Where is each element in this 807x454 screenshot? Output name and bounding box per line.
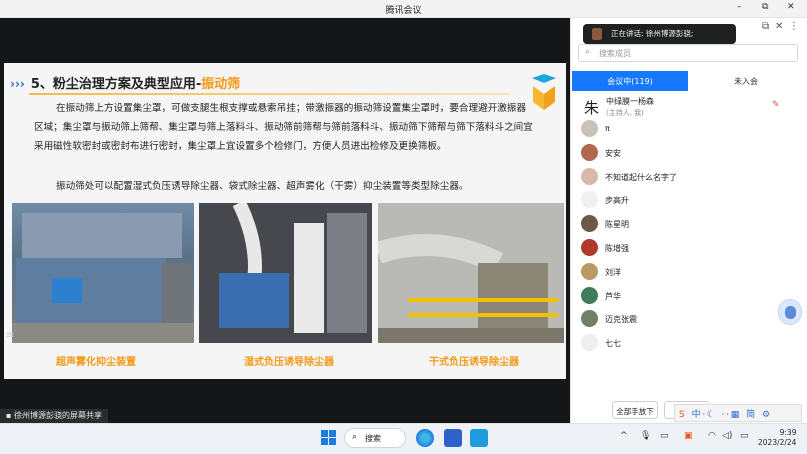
- volume-icon[interactable]: ◁): [722, 431, 732, 441]
- tencent-meeting-icon[interactable]: [444, 429, 462, 447]
- photo-dry-dust-collector: [378, 203, 564, 343]
- taskbar-search-label: 搜索: [365, 434, 381, 443]
- battery-icon[interactable]: ▭: [740, 431, 749, 441]
- tab-in-meeting[interactable]: 会议中(119): [572, 71, 688, 91]
- member-list: π 安安不知道起什么名字了 步高升陈星明陈增强刘洋芦华迈克张震七七: [572, 118, 806, 356]
- display-tray-icon[interactable]: ▭: [660, 431, 669, 441]
- windows-start-icon[interactable]: [321, 430, 336, 445]
- member-row[interactable]: 七七: [572, 332, 806, 356]
- slide-paragraph-1: 在振动筛上方设置集尘罩，可做支腿生根支撑或悬索吊挂；带激振器的振动筛设置集尘罩时…: [34, 103, 533, 152]
- member-row[interactable]: 安安: [572, 142, 806, 166]
- member-row[interactable]: 陈星明: [572, 213, 806, 237]
- member-row[interactable]: π: [572, 118, 806, 142]
- ime-tray-icon[interactable]: ▣: [684, 431, 693, 441]
- mic-tray-icon[interactable]: 🎙: [640, 431, 651, 441]
- mic-icon: ▪: [6, 411, 12, 420]
- avatar: 朱: [584, 99, 600, 117]
- member-search-input[interactable]: ⌕ 搜索成员: [578, 44, 798, 62]
- search-icon: ⌕: [585, 47, 591, 57]
- member-name: 七七: [605, 339, 621, 349]
- member-name: 步高升: [605, 196, 629, 206]
- clock-date: 2023/2/24: [758, 438, 797, 447]
- avatar: [581, 238, 598, 256]
- system-clock[interactable]: 9:39 2023/2/24: [758, 428, 796, 448]
- member-row[interactable]: 步高升: [572, 189, 806, 213]
- avatar: [581, 143, 598, 161]
- slide-paragraph-2: 振动筛处可以配置湿式负压诱导除尘器、袋式除尘器、超声雾化（干雾）抑尘装置等类型除…: [56, 181, 469, 192]
- window-title: 腾讯会议: [385, 6, 422, 16]
- close-button[interactable]: ✕: [787, 2, 795, 12]
- photo-ultrasonic-atomizer: [12, 203, 194, 343]
- member-name: 陈增强: [605, 243, 629, 253]
- member-row[interactable]: 迈克张震: [572, 308, 806, 332]
- tab-not-joined[interactable]: 未入会: [688, 71, 804, 91]
- presentation-slide: ››› 5、粉尘治理方案及典型应用-振动筛 在振动筛上方设置集尘罩，可做支腿生根支…: [4, 63, 566, 379]
- speaking-text: 正在讲话: 徐州博源彭骁;: [611, 29, 694, 38]
- host-role: (主持人, 我): [606, 109, 644, 117]
- search-placeholder: 搜索成员: [599, 49, 631, 58]
- member-name: 芦华: [605, 291, 621, 301]
- speaker-avatar: [592, 28, 602, 40]
- restore-button[interactable]: ⧉: [762, 2, 768, 12]
- ime-tools: 中⸱☾ ⸱⸱▦ 简 ⚙: [691, 410, 773, 420]
- assistant-icon: [785, 306, 796, 319]
- avatar: [581, 191, 598, 209]
- photo-wet-dust-collector: [199, 203, 372, 343]
- search-icon: ⌕: [352, 432, 358, 442]
- menu-icon[interactable]: ≡: [6, 330, 18, 342]
- popout-icon[interactable]: ⧉: [762, 21, 769, 32]
- window-titlebar: 腾讯会议 – ⧉ ✕: [0, 0, 807, 18]
- avatar: [581, 167, 598, 185]
- member-name: 安安: [605, 148, 621, 158]
- screen-share-label: ▪ 徐州博源彭骁的屏幕共享: [0, 409, 108, 423]
- speaking-indicator: 正在讲话: 徐州博源彭骁;: [583, 24, 736, 44]
- taskbar-search[interactable]: ⌕ 搜索: [344, 428, 406, 448]
- member-row[interactable]: 陈增强: [572, 237, 806, 261]
- tray-chevron-icon[interactable]: ^: [620, 431, 628, 441]
- avatar: [581, 310, 598, 328]
- caption-1: 超声雾化抑尘装置: [56, 357, 136, 368]
- avatar: [581, 215, 598, 233]
- avatar: [581, 120, 598, 137]
- host-name: 中绿膜一杨森: [606, 97, 654, 106]
- floating-assistant-button[interactable]: [778, 299, 802, 325]
- member-name: 陈星明: [605, 220, 629, 230]
- input-method-toolbar[interactable]: S 中⸱☾ ⸱⸱▦ 简 ⚙: [674, 404, 802, 422]
- heading-underline: [29, 93, 509, 95]
- member-name: 迈克张震: [605, 315, 637, 325]
- slide-heading-prefix: 5、粉尘治理方案及典型应用-: [30, 77, 202, 92]
- arrows-icon: ›››: [10, 77, 25, 91]
- clock-time: 9:39: [779, 428, 797, 437]
- caption-3: 干式负压诱导除尘器: [429, 357, 519, 368]
- minimize-button[interactable]: –: [737, 2, 742, 12]
- avatar: [581, 262, 598, 280]
- member-row[interactable]: 芦华: [572, 285, 806, 309]
- member-row[interactable]: 刘洋: [572, 261, 806, 285]
- member-name: 刘洋: [605, 267, 621, 277]
- slide-heading: ››› 5、粉尘治理方案及典型应用-振动筛: [10, 73, 240, 92]
- avatar: [581, 334, 598, 352]
- slide-heading-highlight: 振动筛: [201, 77, 241, 92]
- app-icon[interactable]: [470, 429, 488, 447]
- caption-2: 湿式负压诱导除尘器: [244, 357, 334, 368]
- ime-logo-icon: S: [679, 410, 687, 420]
- wifi-icon[interactable]: ◠: [708, 431, 716, 441]
- mic-muted-icon[interactable]: ✎: [772, 100, 780, 110]
- close-panel-icon[interactable]: ✕: [775, 21, 783, 32]
- more-options-icon[interactable]: ⋮: [789, 21, 799, 32]
- member-name: 不知道起什么名字了: [605, 172, 677, 182]
- company-logo-icon: [532, 74, 556, 110]
- member-name: π: [605, 124, 610, 133]
- lower-all-hands-button[interactable]: 全部手放下: [612, 401, 658, 419]
- edge-browser-icon[interactable]: [416, 429, 434, 447]
- screen-share-text: 徐州博源彭骁的屏幕共享: [13, 411, 102, 420]
- member-row[interactable]: 不知道起什么名字了: [572, 166, 806, 190]
- avatar: [581, 286, 598, 304]
